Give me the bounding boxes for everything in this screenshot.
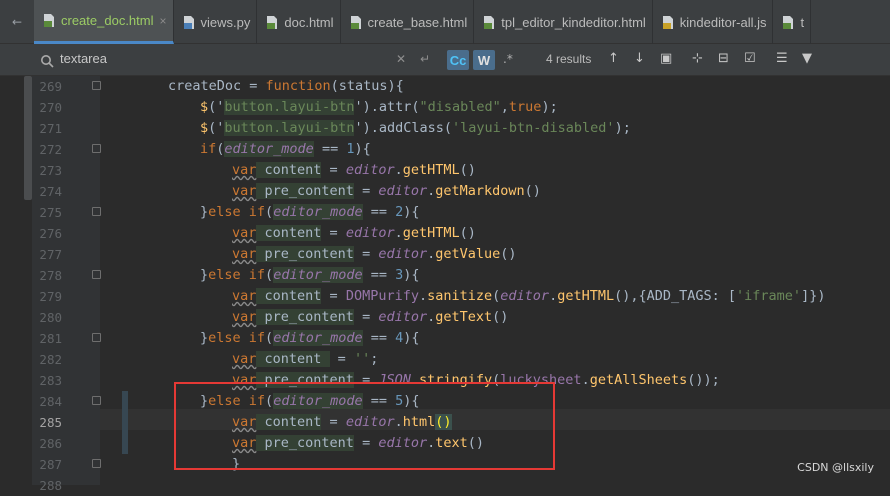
fold-marker-icon[interactable] bbox=[92, 459, 101, 468]
gutter-row: 272 bbox=[32, 139, 890, 160]
fold-marker-icon[interactable] bbox=[92, 207, 101, 216]
code-line-279: var content = DOMPurify.sanitize(editor.… bbox=[232, 288, 826, 304]
html-file-icon bbox=[349, 15, 363, 30]
tab-views-py[interactable]: views.py bbox=[174, 0, 258, 44]
clear-search-icon[interactable]: ✕ bbox=[396, 52, 406, 66]
results-count: 4 results bbox=[546, 52, 592, 66]
annotation-highlight-box bbox=[174, 382, 555, 470]
js-file-icon bbox=[661, 15, 675, 30]
html-file-icon bbox=[482, 15, 496, 30]
code-line-271: $('button.layui-btn').addClass('layui-bt… bbox=[200, 120, 631, 136]
gutter-row: 269 bbox=[32, 76, 890, 97]
line-number[interactable]: 272 bbox=[32, 139, 62, 160]
tab-create-doc-html[interactable]: create_doc.html × bbox=[34, 0, 174, 44]
tab-label: t bbox=[800, 14, 805, 30]
words-toggle[interactable]: W bbox=[473, 50, 495, 70]
editor-tabs: create_doc.html × views.py doc.html create_b… bbox=[34, 0, 812, 44]
tab-label: tpl_editor_kindeditor.html bbox=[501, 14, 646, 30]
find-bar: textarea ✕ ↵ Cc W .* 4 results ↑ ↓ ▣ ⊹ ⊟… bbox=[0, 44, 890, 76]
code-line-273: var content = editor.getHTML() bbox=[232, 162, 476, 178]
line-number[interactable]: 269 bbox=[32, 76, 62, 97]
line-number[interactable]: 285 bbox=[32, 412, 62, 433]
html-file-icon bbox=[265, 15, 279, 30]
tab-label: doc.html bbox=[284, 14, 334, 30]
line-number[interactable]: 280 bbox=[32, 307, 62, 328]
tab-tpl-editor-kindeditor-html[interactable]: tpl_editor_kindeditor.html bbox=[474, 0, 653, 44]
fold-marker-icon[interactable] bbox=[92, 81, 101, 90]
line-number[interactable]: 287 bbox=[32, 454, 62, 475]
code-line-270: $('button.layui-btn').attr("disabled",tr… bbox=[200, 99, 558, 115]
gutter-row: 288 bbox=[32, 475, 890, 496]
tab-t[interactable]: t bbox=[773, 0, 812, 44]
line-number[interactable]: 282 bbox=[32, 349, 62, 370]
code-line-277: var pre_content = editor.getValue() bbox=[232, 246, 517, 262]
py-file-icon bbox=[182, 15, 196, 30]
code-line-269: createDoc = function(status){ bbox=[168, 78, 404, 94]
code-line-274: var pre_content = editor.getMarkdown() bbox=[232, 183, 541, 199]
fold-marker-icon[interactable] bbox=[92, 396, 101, 405]
line-number[interactable]: 284 bbox=[32, 391, 62, 412]
tab-create-base-html[interactable]: create_base.html bbox=[341, 0, 475, 44]
editor-tab-bar: ← create_doc.html × views.py doc.html create… bbox=[0, 0, 890, 44]
line-number[interactable]: 281 bbox=[32, 328, 62, 349]
html-file-icon bbox=[781, 15, 795, 30]
add-selection-icon[interactable]: ⊹ bbox=[692, 51, 703, 66]
line-number[interactable]: 270 bbox=[32, 97, 62, 118]
regex-toggle[interactable]: .* bbox=[503, 52, 513, 66]
vcs-change-marker[interactable] bbox=[122, 433, 128, 454]
code-line-276: var content = editor.getHTML() bbox=[232, 225, 476, 241]
line-number[interactable]: 279 bbox=[32, 286, 62, 307]
gutter-row: 275 bbox=[32, 202, 890, 223]
line-number[interactable]: 288 bbox=[32, 475, 62, 496]
gutter-row: 281 bbox=[32, 328, 890, 349]
filter-options-icon[interactable]: ☰ bbox=[776, 51, 788, 66]
fold-marker-icon[interactable] bbox=[92, 333, 101, 342]
watermark: CSDN @llsxily bbox=[797, 461, 874, 474]
vcs-change-marker[interactable] bbox=[122, 391, 128, 412]
line-number[interactable]: 275 bbox=[32, 202, 62, 223]
project-pane-scrollbar[interactable] bbox=[24, 76, 32, 200]
match-case-toggle[interactable]: Cc bbox=[447, 50, 469, 70]
html-file-icon bbox=[42, 13, 56, 28]
code-line-282: var content = ''; bbox=[232, 351, 379, 367]
vcs-change-marker[interactable] bbox=[122, 412, 128, 433]
code-line-278: }else if(editor_mode == 3){ bbox=[200, 267, 420, 283]
next-occurrence-icon[interactable]: ↓ bbox=[634, 51, 645, 66]
gutter-row: 282 bbox=[32, 349, 890, 370]
tab-label: views.py bbox=[200, 14, 251, 30]
code-line-280: var pre_content = editor.getText() bbox=[232, 309, 509, 325]
line-number[interactable]: 274 bbox=[32, 181, 62, 202]
search-input[interactable]: textarea bbox=[60, 51, 107, 66]
search-icon[interactable] bbox=[40, 53, 54, 72]
line-number[interactable]: 278 bbox=[32, 265, 62, 286]
tab-label: create_doc.html bbox=[61, 13, 154, 28]
previous-occurrence-icon[interactable]: ↑ bbox=[608, 51, 619, 66]
fold-marker-icon[interactable] bbox=[92, 144, 101, 153]
remove-selection-icon[interactable]: ⊟ bbox=[718, 51, 729, 66]
select-all-occurrences-icon[interactable]: ☑ bbox=[744, 51, 756, 66]
tab-label: create_base.html bbox=[367, 14, 468, 30]
open-in-window-icon[interactable]: ▣ bbox=[660, 51, 672, 66]
fold-marker-icon[interactable] bbox=[92, 270, 101, 279]
new-line-icon[interactable]: ↵ bbox=[420, 52, 430, 66]
close-tab-icon[interactable]: × bbox=[160, 14, 167, 28]
tab-kindeditor-all-js[interactable]: kindeditor-all.js bbox=[653, 0, 774, 44]
code-line-281: }else if(editor_mode == 4){ bbox=[200, 330, 420, 346]
tab-label: kindeditor-all.js bbox=[679, 14, 767, 30]
tab-overflow-chevron[interactable] bbox=[876, 0, 890, 44]
line-number[interactable]: 273 bbox=[32, 160, 62, 181]
line-number[interactable]: 286 bbox=[32, 433, 62, 454]
line-number[interactable]: 277 bbox=[32, 244, 62, 265]
filter-icon[interactable]: ▼ bbox=[802, 51, 812, 66]
tab-doc-html[interactable]: doc.html bbox=[257, 0, 341, 44]
line-number[interactable]: 271 bbox=[32, 118, 62, 139]
code-line-275: }else if(editor_mode == 2){ bbox=[200, 204, 420, 220]
code-line-272: if(editor_mode == 1){ bbox=[200, 141, 371, 157]
line-number[interactable]: 276 bbox=[32, 223, 62, 244]
tab-scroll-left-arrow[interactable]: ← bbox=[0, 0, 34, 44]
line-number[interactable]: 283 bbox=[32, 370, 62, 391]
gutter-row: 278 bbox=[32, 265, 890, 286]
